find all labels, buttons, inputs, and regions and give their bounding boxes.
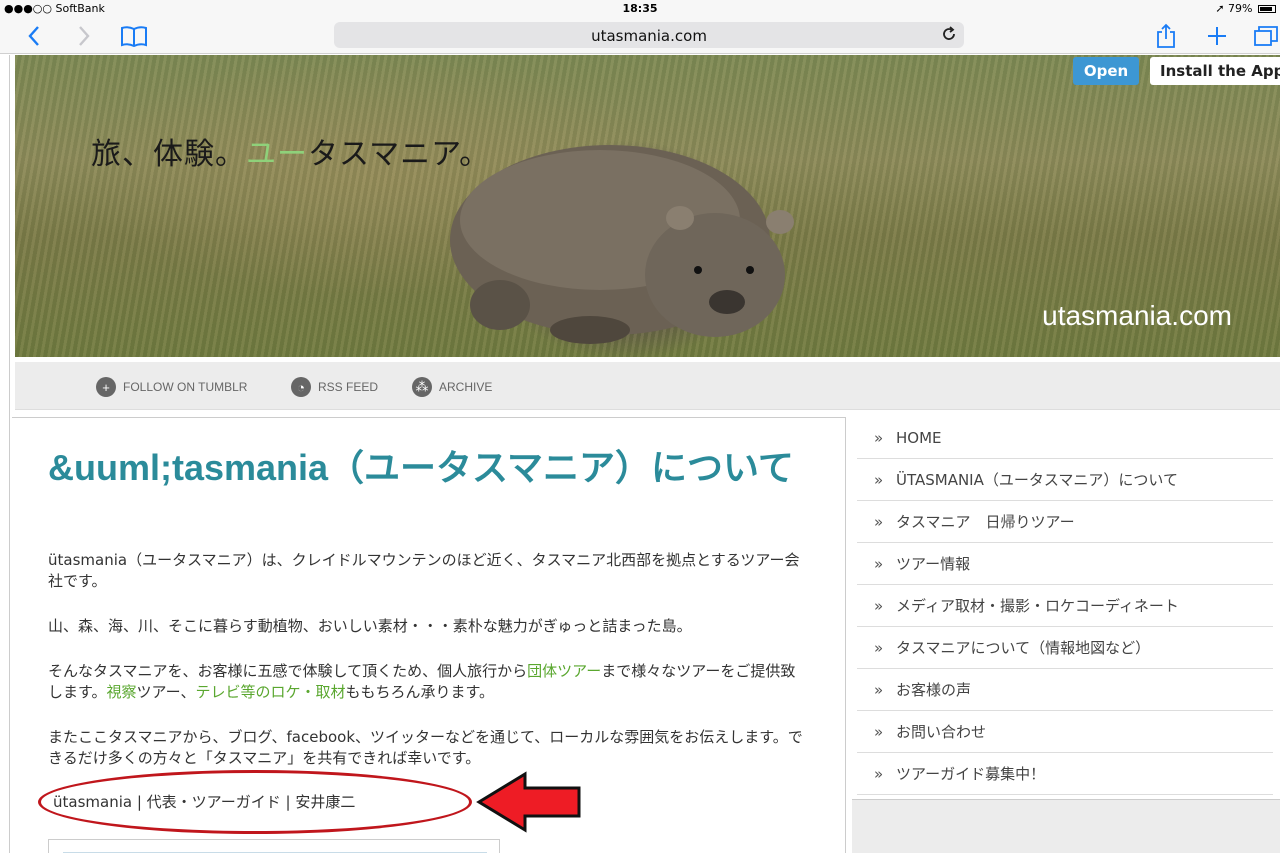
group-tour-link[interactable]: 団体ツアー — [527, 662, 601, 680]
reload-icon — [943, 26, 955, 40]
sidebar-item-label: ÜTASMANIA（ユータスマニア）について — [896, 471, 1178, 489]
tabs-button[interactable] — [1252, 22, 1280, 50]
tagline-part: 旅、体験。 — [91, 137, 246, 172]
text-span: ツアー、 — [136, 683, 196, 701]
clock: 18:35 — [622, 2, 658, 15]
follow-bar: + FOLLOW ON TUMBLR ◔ RSS FEED ⁂ ARCHIVE — [15, 362, 1280, 410]
sidebar-item-media[interactable]: » メディア取材・撮影・ロケコーディネート — [857, 585, 1273, 627]
chevron-right-icon: » — [874, 764, 884, 783]
sidebar-item-label: タスマニアについて（情報地図など） — [896, 639, 1151, 657]
new-tab-button[interactable] — [1203, 22, 1231, 50]
sidebar-item-day-tours[interactable]: » タスマニア 日帰りツアー — [857, 501, 1273, 543]
sidebar-item-testimonials[interactable]: » お客様の声 — [857, 669, 1273, 711]
archive-icon: ⁂ — [412, 377, 432, 397]
rss-feed-link[interactable]: ◔ RSS FEED — [291, 377, 378, 397]
reload-button[interactable] — [940, 25, 958, 47]
sidebar-item-contact[interactable]: » お問い合わせ — [857, 711, 1273, 753]
wombat-image — [450, 145, 794, 344]
url-text: utasmania.com — [591, 27, 707, 45]
hero-tagline: 旅、体験。ユータスマニア。 — [91, 129, 490, 173]
forward-button[interactable] — [70, 22, 98, 50]
share-icon — [1157, 23, 1175, 48]
chevron-right-icon: » — [874, 596, 884, 615]
sidebar-item-label: メディア取材・撮影・ロケコーディネート — [896, 597, 1179, 615]
battery-indicator: ➚ 79% — [1215, 2, 1276, 15]
bookmarks-button[interactable] — [118, 22, 150, 50]
hero-banner: 旅、体験。ユータスマニア。 utasmania.com — [15, 55, 1280, 357]
chevron-right-icon: » — [874, 554, 884, 573]
battery-percent: 79% — [1228, 2, 1253, 15]
sidebar-item-label: タスマニア 日帰りツアー — [896, 513, 1075, 531]
archive-link[interactable]: ⁂ ARCHIVE — [412, 377, 492, 397]
location-icon: ➚ — [1215, 2, 1225, 15]
text-span: ももちろん承ります。 — [345, 683, 495, 701]
text-span: そんなタスマニアを、お客様に五感で体験して頂くため、個人旅行から — [48, 662, 528, 680]
sidebar-item-about-tasmania[interactable]: » タスマニアについて（情報地図など） — [857, 627, 1273, 669]
follow-tumblr-label: FOLLOW ON TUMBLR — [123, 380, 248, 394]
hero-site-name: utasmania.com — [1042, 300, 1232, 331]
follow-tumblr-link[interactable]: + FOLLOW ON TUMBLR — [96, 377, 247, 397]
sidebar-footer-panel — [852, 799, 1280, 853]
battery-icon — [1258, 5, 1276, 13]
page-border — [9, 55, 10, 853]
address-bar[interactable]: utasmania.com — [334, 22, 964, 48]
browser-toolbar: utasmania.com — [0, 18, 1280, 54]
sidebar-item-label: お問い合わせ — [896, 723, 987, 741]
post-paragraph: またここタスマニアから、ブログ、facebook、ツイッターなどを通じて、ローカ… — [48, 728, 803, 767]
post-paragraph: そんなタスマニアを、お客様に五感で体験して頂くため、個人旅行から団体ツアーまで様… — [48, 661, 808, 703]
install-app-banner[interactable]: Install the App — [1150, 57, 1280, 85]
rss-feed-label: RSS FEED — [318, 380, 379, 394]
sidebar-item-label: HOME — [896, 428, 942, 447]
archive-label: ARCHIVE — [439, 380, 493, 394]
post-paragraph: ütasmania（ユータスマニア）は、クレイドルマウンテンのほど近く、タスマニ… — [48, 551, 800, 590]
back-button[interactable] — [20, 22, 48, 50]
sidebar-item-home[interactable]: » HOME — [857, 417, 1273, 459]
plus-circle-icon: + — [96, 377, 116, 397]
rss-icon: ◔ — [291, 377, 311, 397]
main-content: &uuml;tasmania（ユータスマニア）について ütasmania（ユー… — [12, 417, 846, 853]
sidebar-item-label: お客様の声 — [896, 681, 972, 699]
post-title: &uuml;tasmania（ユータスマニア）について — [48, 447, 794, 488]
annotation-arrow-icon — [476, 771, 581, 833]
signature-line: ütasmania | 代表・ツアーガイド | 安井康二 — [53, 793, 356, 811]
open-app-button[interactable]: Open — [1073, 57, 1139, 85]
inspection-link[interactable]: 視察 — [107, 683, 137, 701]
chevron-right-icon: » — [874, 470, 884, 489]
post-paragraph: 山、森、海、川、そこに暮らす動植物、おいしい素材・・・素朴な魅力がぎゅっと詰まっ… — [48, 617, 692, 635]
plus-icon — [1208, 27, 1226, 45]
book-icon — [121, 26, 147, 47]
chevron-right-icon: » — [874, 512, 884, 531]
sidebar-nav: » HOME » ÜTASMANIA（ユータスマニア）について » タスマニア … — [852, 417, 1280, 853]
tabs-icon — [1254, 26, 1278, 46]
tagline-accent: ユー — [246, 137, 308, 172]
tagline-part: タスマニア。 — [308, 137, 491, 172]
sidebar-item-recruiting[interactable]: » ツアーガイド募集中！ — [857, 753, 1273, 795]
status-bar: ●●●○○ SoftBank 18:35 ➚ 79% — [0, 0, 1280, 18]
chevron-right-icon: » — [874, 638, 884, 657]
chevron-left-icon — [28, 26, 39, 46]
sidebar-item-tour-info[interactable]: » ツアー情報 — [857, 543, 1273, 585]
chevron-right-icon: » — [874, 680, 884, 699]
chevron-right-icon — [79, 26, 90, 46]
chevron-right-icon: » — [874, 428, 884, 447]
share-button[interactable] — [1152, 22, 1180, 50]
sidebar-item-label: ツアー情報 — [896, 555, 971, 573]
chevron-right-icon: » — [874, 722, 884, 741]
sidebar-item-about[interactable]: » ÜTASMANIA（ユータスマニア）について — [857, 459, 1273, 501]
post-image-thumbnail[interactable] — [48, 839, 500, 853]
sidebar-item-label: ツアーガイド募集中！ — [896, 765, 1046, 783]
tv-location-link[interactable]: テレビ等のロケ・取材 — [195, 683, 345, 701]
